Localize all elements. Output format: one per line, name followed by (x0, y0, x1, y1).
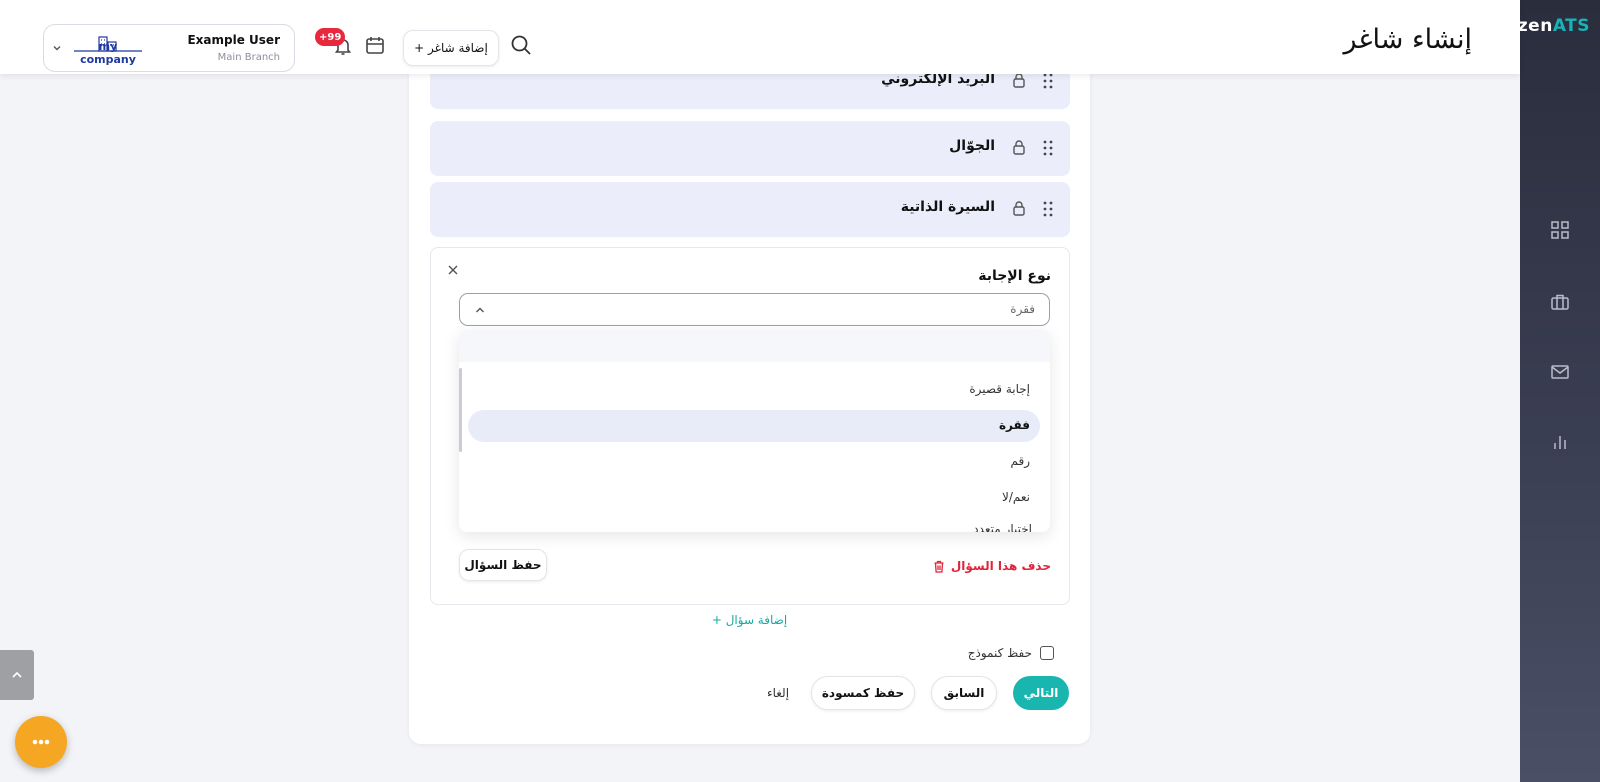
add-question-link[interactable]: + إضافة سؤال (409, 613, 1090, 627)
save-question-button[interactable]: حفظ السؤال (459, 549, 547, 581)
field-row-mobile: الجوّال (430, 121, 1070, 176)
option-number[interactable]: رقم (468, 446, 1040, 478)
save-as-template-option[interactable]: حفظ كنموذج (968, 646, 1054, 660)
calendar-icon[interactable] (365, 35, 385, 55)
drag-handle-icon[interactable] (1042, 139, 1054, 157)
chevron-up-icon (12, 671, 22, 678)
lock-icon (1013, 201, 1025, 216)
save-as-template-checkbox[interactable] (1040, 646, 1054, 660)
chevron-down-icon[interactable] (52, 43, 62, 53)
field-label: السيرة الذاتية (900, 199, 995, 215)
briefcase-icon[interactable] (1550, 292, 1570, 312)
more-actions-button[interactable] (15, 716, 67, 768)
field-label: الجوّال (949, 138, 995, 154)
job-form-card: البريد الإلكتروني الجوّال السيرة الذاتية… (409, 54, 1090, 744)
mail-icon[interactable] (1550, 362, 1570, 382)
lock-icon (1013, 140, 1025, 155)
dropdown-header (459, 330, 1050, 362)
option-paragraph[interactable]: فقرة (468, 410, 1040, 442)
option-yes-no[interactable]: نعم/لا (468, 482, 1040, 514)
user-account-dropdown[interactable]: Example User Main Branch my company (43, 24, 295, 72)
drag-handle-icon[interactable] (1042, 200, 1054, 218)
notification-badge: +99 (315, 28, 346, 46)
lock-icon (1013, 73, 1025, 88)
dashboard-icon[interactable] (1550, 220, 1570, 240)
answer-type-value: فقرة (1010, 302, 1035, 316)
question-editor: نوع الإجابة فقرة إجابة قصيرة فقرة رقم نع… (430, 247, 1070, 605)
company-name: my company (80, 40, 136, 66)
reports-icon[interactable] (1550, 432, 1570, 452)
answer-type-options: إجابة قصيرة فقرة رقم نعم/لا اختيار متعدد (459, 330, 1050, 532)
delete-question-button[interactable]: حذف هذا السؤال (933, 559, 1051, 573)
top-header: إنشاء شاغر + إضافة شاغر +99 Example User… (0, 0, 1520, 74)
app-logo[interactable]: zenATS (1518, 16, 1590, 36)
user-name: Example User (187, 33, 280, 47)
field-row-cv: السيرة الذاتية (430, 182, 1070, 237)
page-title: إنشاء شاغر (1343, 24, 1472, 55)
scroll-to-top-button[interactable] (0, 650, 34, 700)
trash-icon (934, 560, 944, 573)
option-multiple-choice[interactable]: اختيار متعدد (973, 522, 1032, 532)
cancel-button[interactable]: إلغاء (758, 676, 798, 710)
drag-handle-icon[interactable] (1042, 72, 1054, 90)
user-branch: Main Branch (217, 52, 280, 63)
sidebar: zenATS (1518, 0, 1600, 782)
answer-type-select[interactable]: فقرة (459, 293, 1050, 326)
company-logo: my company (72, 31, 144, 66)
answer-type-title: نوع الإجابة (978, 268, 1051, 284)
save-as-template-label: حفظ كنموذج (967, 646, 1032, 660)
close-icon[interactable] (447, 264, 459, 276)
add-job-button[interactable]: + إضافة شاغر (403, 30, 499, 66)
option-short-answer[interactable]: إجابة قصيرة (468, 374, 1040, 406)
chevron-up-icon[interactable] (474, 304, 486, 316)
dropdown-scrollbar[interactable] (459, 368, 462, 452)
search-icon[interactable] (510, 34, 532, 56)
previous-button[interactable]: السابق (931, 676, 997, 710)
save-draft-button[interactable]: حفظ كمسودة (811, 676, 915, 710)
next-button[interactable]: التالي (1013, 676, 1069, 710)
more-dots-icon (32, 739, 50, 745)
